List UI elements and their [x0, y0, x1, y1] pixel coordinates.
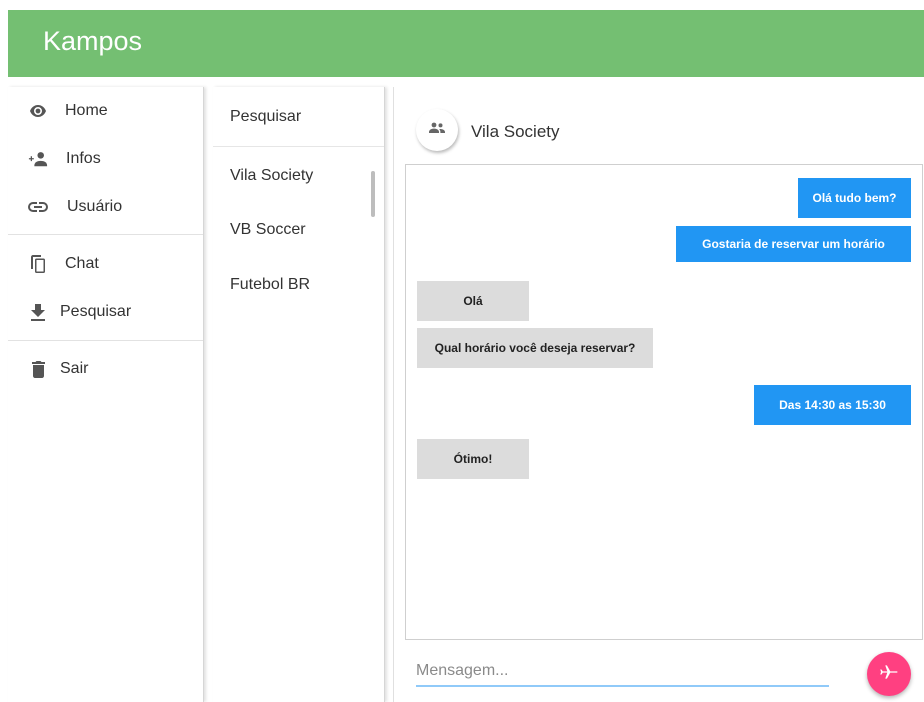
person-add-icon: [28, 149, 48, 169]
app-root: Kampos Home Infos Usuário Chat Pesquisar…: [0, 0, 924, 702]
message-input[interactable]: [416, 657, 829, 687]
download-icon: [28, 302, 48, 322]
sidebar-item-label: Usuário: [67, 198, 123, 215]
sidebar-item-usuario[interactable]: Usuário: [8, 187, 203, 227]
chat-title: Vila Society: [471, 122, 560, 141]
sidebar-divider: [8, 340, 203, 341]
top-bar: Kampos: [8, 10, 924, 77]
send-button[interactable]: [867, 652, 911, 696]
contact-item[interactable]: Futebol BR: [230, 276, 310, 294]
app-title: Kampos: [43, 26, 143, 56]
message-bubble-incoming: Olá: [417, 281, 529, 321]
sidebar-item-label: Chat: [65, 255, 99, 272]
sidebar-item-label: Pesquisar: [60, 303, 132, 320]
airplane-icon: [879, 662, 899, 687]
message-bubble-incoming: Qual horário você deseja reservar?: [417, 328, 653, 368]
sidebar-item-infos[interactable]: Infos: [8, 139, 203, 179]
sidebar-item-chat[interactable]: Chat: [8, 244, 203, 284]
sidebar-item-label: Sair: [60, 360, 89, 377]
sidebar-item-label: Home: [65, 102, 108, 119]
sidebar-item-label: Infos: [66, 150, 101, 167]
message-bubble-incoming: Ótimo!: [417, 439, 529, 479]
contacts-search-label: Pesquisar: [230, 108, 302, 125]
contacts-panel: Pesquisar Vila Society VB Soccer Futebol…: [213, 87, 385, 702]
group-icon: [428, 121, 446, 139]
copy-icon: [28, 254, 48, 274]
message-bubble-outgoing: Das 14:30 as 15:30: [754, 385, 911, 425]
trash-icon: [28, 359, 48, 379]
sidebar: Home Infos Usuário Chat Pesquisar Sair: [8, 87, 204, 702]
contact-item[interactable]: VB Soccer: [230, 221, 306, 239]
contacts-search[interactable]: Pesquisar: [213, 87, 384, 147]
contact-item[interactable]: Vila Society: [230, 167, 313, 185]
message-bubble-outgoing: Gostaria de reservar um horário: [676, 226, 911, 262]
group-avatar[interactable]: [416, 109, 458, 151]
sidebar-item-sair[interactable]: Sair: [8, 349, 203, 389]
sidebar-item-pesquisar[interactable]: Pesquisar: [8, 292, 203, 332]
link-icon: [28, 197, 48, 217]
message-bubble-outgoing: Olá tudo bem?: [798, 178, 911, 218]
sidebar-item-home[interactable]: Home: [8, 91, 203, 131]
chat-panel: Vila Society Olá tudo bem? Gostaria de r…: [393, 87, 924, 702]
sidebar-divider: [8, 234, 203, 235]
contacts-scrollbar[interactable]: [371, 171, 375, 217]
eye-icon: [28, 101, 48, 121]
message-list: Olá tudo bem? Gostaria de reservar um ho…: [405, 164, 923, 640]
